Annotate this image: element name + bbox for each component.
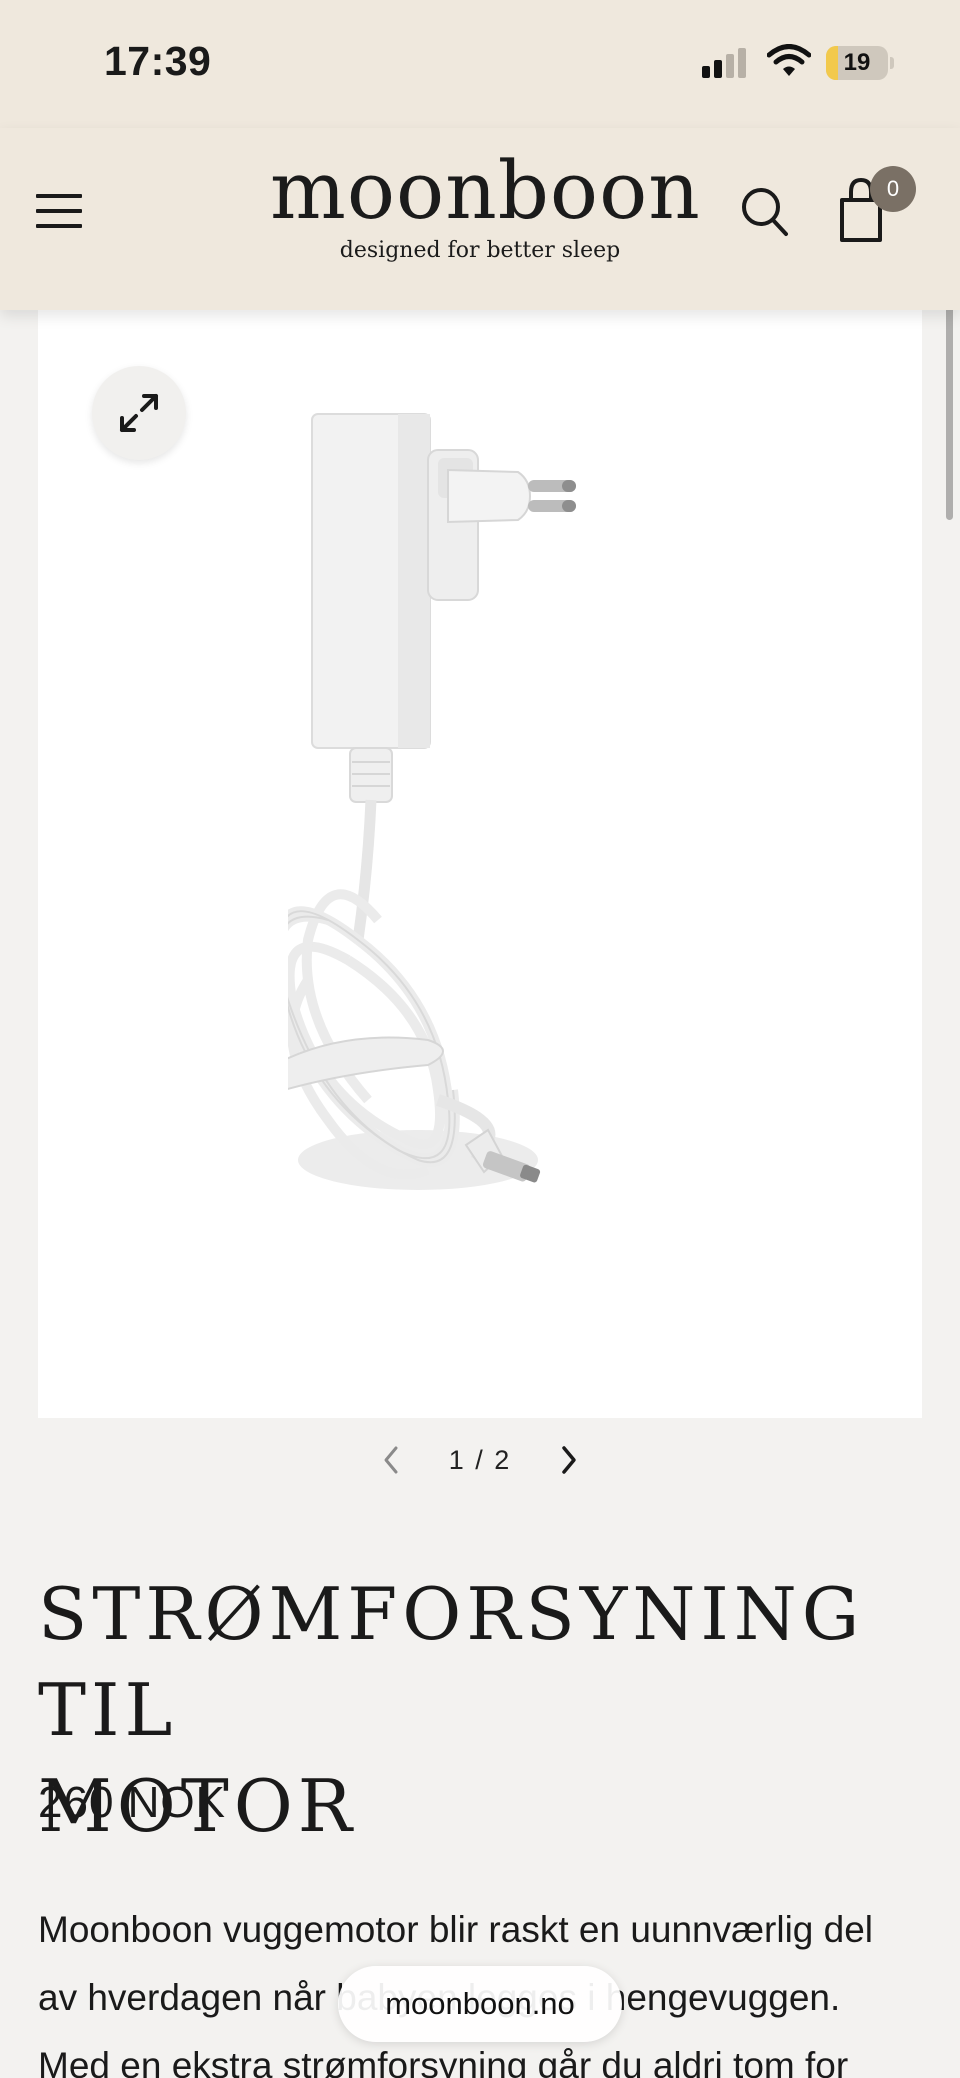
wifi-icon: [767, 44, 811, 76]
chevron-right-icon[interactable]: [556, 1442, 582, 1478]
cart-count-badge[interactable]: 0: [870, 166, 916, 212]
status-time: 17:39: [104, 38, 212, 84]
battery-icon: 19: [826, 46, 894, 80]
gallery-total: 2: [494, 1445, 512, 1475]
battery-level: 19: [843, 49, 871, 76]
expand-button[interactable]: [92, 366, 186, 460]
product-image[interactable]: [288, 400, 688, 1340]
site-header: moonboon designed for better sleep 0: [0, 128, 960, 310]
chevron-left-icon[interactable]: [378, 1442, 404, 1478]
product-title-line-1: STRØMFORSYNING TIL: [38, 1572, 865, 1752]
gallery-pager: 1 / 2: [0, 1438, 960, 1482]
gallery-separator: /: [475, 1445, 485, 1475]
product-price: 260 NOK: [38, 1778, 226, 1827]
expand-icon: [120, 394, 158, 432]
signal-icon: [702, 48, 746, 78]
hamburger-menu-icon[interactable]: [36, 194, 82, 228]
gallery-current: 1: [448, 1445, 466, 1475]
status-bar: 17:39 19: [0, 0, 960, 128]
product-gallery[interactable]: [38, 310, 922, 1418]
browser-url-bar[interactable]: moonboon.no: [338, 1966, 622, 2042]
description-line: Moonboon vuggemotor blir raskt en uunnvæ…: [38, 1909, 874, 1950]
brand-name: moonboon: [270, 144, 701, 237]
gallery-position: 1 / 2: [430, 1438, 530, 1482]
brand-tagline: designed for better sleep: [339, 238, 621, 263]
brand-logo[interactable]: moonboon designed for better sleep: [270, 144, 701, 264]
search-icon[interactable]: [740, 184, 790, 238]
